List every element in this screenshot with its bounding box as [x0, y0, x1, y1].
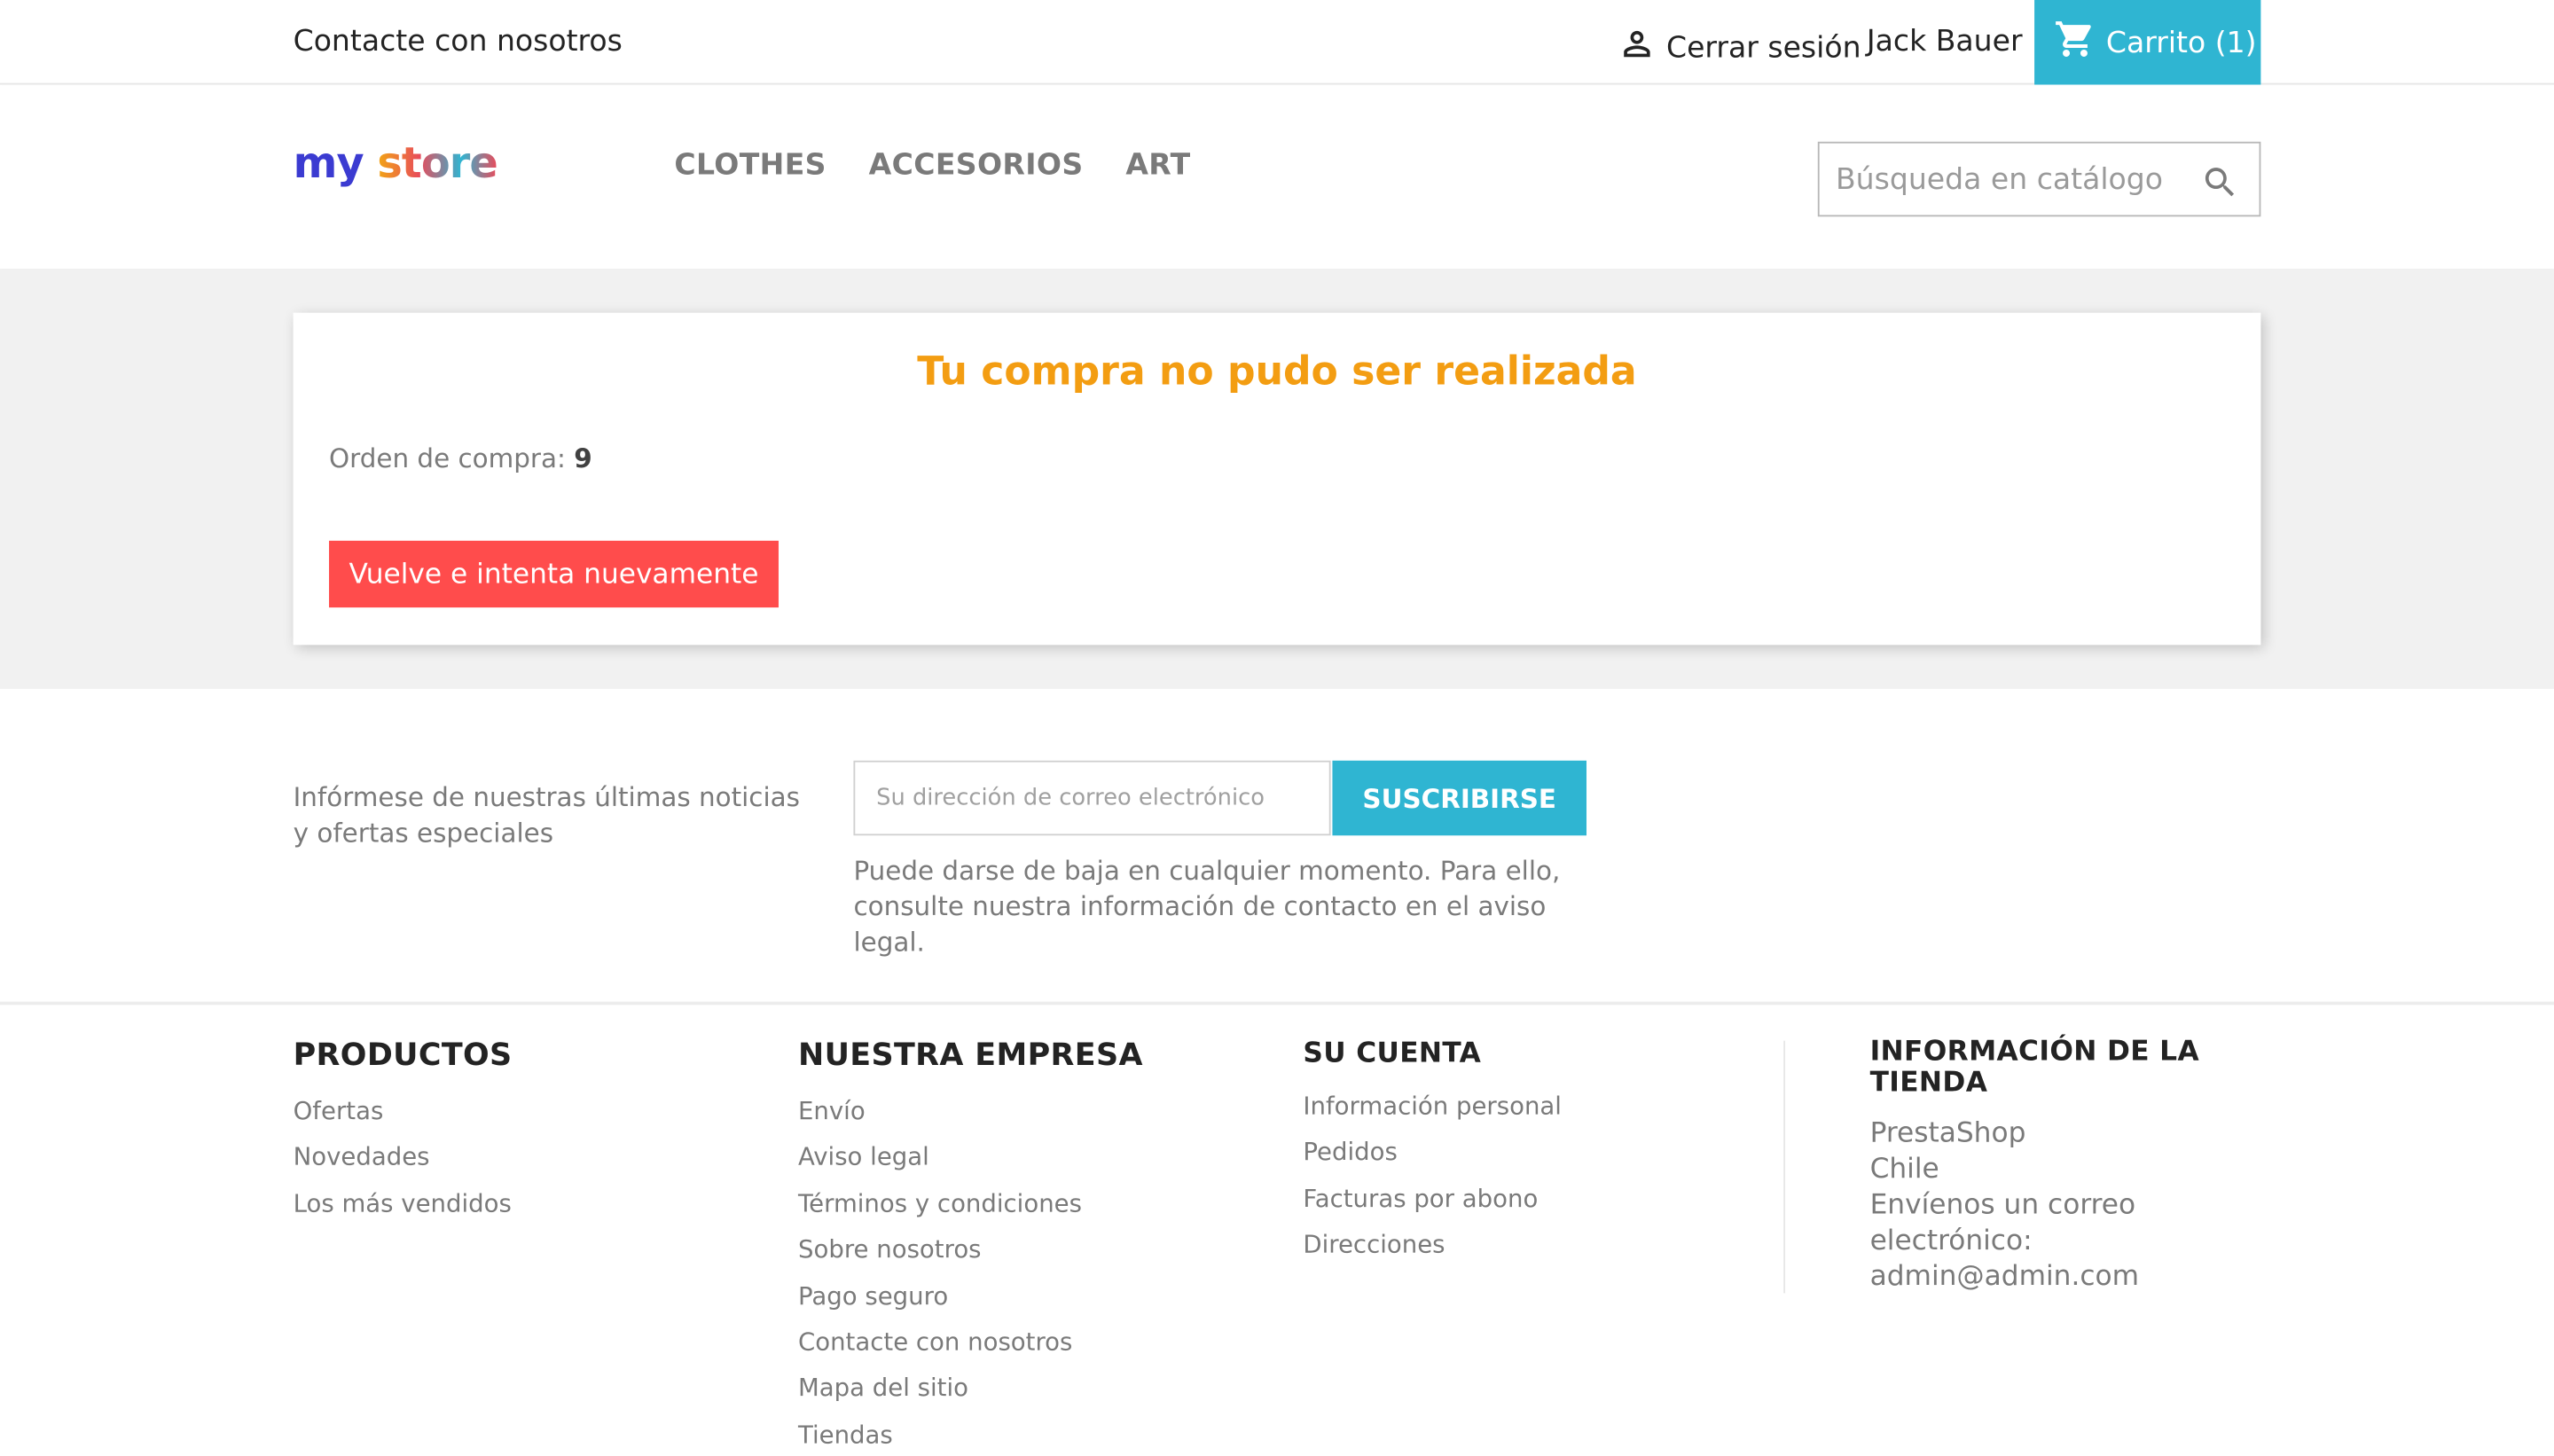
footer-link-contacto[interactable]: Contacte con nosotros [798, 1319, 1143, 1366]
newsletter-text: Infórmese de nuestras últimas noticias y… [293, 781, 800, 849]
footer-link-pago-seguro[interactable]: Pago seguro [798, 1273, 1143, 1319]
logo-text-my: my [293, 139, 364, 190]
footer-link-mas-vendidos[interactable]: Los más vendidos [294, 1180, 513, 1226]
footer-heading-cuenta: SU CUENTA [1303, 1037, 1482, 1070]
order-reference: Orden de compra: 9 [329, 443, 592, 474]
cart-button[interactable]: Carrito (1) [2034, 0, 2261, 85]
store-country: Chile [1869, 1153, 1939, 1186]
main-menu: CLOTHES ACCESORIOS ART [674, 148, 1190, 183]
menu-item-clothes[interactable]: CLOTHES [674, 148, 826, 183]
footer-link-facturas[interactable]: Facturas por abono [1303, 1176, 1562, 1222]
newsletter-section: Infórmese de nuestras últimas noticias y… [0, 688, 2554, 1006]
footer-heading-empresa: NUESTRA EMPRESA [798, 1037, 1143, 1074]
footer-link-direcciones[interactable]: Direcciones [1303, 1222, 1562, 1268]
footer-link-tiendas[interactable]: Tiendas [798, 1412, 1143, 1456]
order-number: 9 [574, 442, 592, 474]
retry-button[interactable]: Vuelve e intenta nuevamente [329, 540, 779, 608]
order-error-card: Tu compra no pudo ser realizada Orden de… [293, 312, 2261, 646]
search-box [1817, 141, 2261, 217]
account-name-link[interactable]: Jack Bauer [1867, 25, 2023, 59]
footer-link-informacion-personal[interactable]: Información personal [1303, 1083, 1562, 1129]
cart-label: Carrito (1) [2105, 25, 2257, 60]
menu-item-accesorios[interactable]: ACCESORIOS [869, 148, 1084, 183]
footer-link-ofertas[interactable]: Ofertas [294, 1088, 513, 1134]
store-logo[interactable]: my store [293, 139, 498, 190]
store-email-label: Envíenos un correo electrónico: [1869, 1188, 2136, 1257]
error-title: Tu compra no pudo ser realizada [917, 348, 1637, 395]
footer-col-cuenta: SU CUENTA Información personal Pedidos F… [1303, 1037, 1562, 1268]
order-label: Orden de compra: [329, 442, 566, 474]
footer-link-sobre-nosotros[interactable]: Sobre nosotros [798, 1226, 1143, 1272]
contact-link[interactable]: Contacte con nosotros [294, 25, 623, 59]
footer-link-mapa-sitio[interactable]: Mapa del sitio [798, 1366, 1143, 1412]
newsletter-note: Puede darse de baja en cualquier momento… [853, 855, 1561, 958]
logo-text-store: store [377, 139, 497, 190]
logout-label: Cerrar sesión [1665, 30, 1861, 66]
store-email-link[interactable]: admin@admin.com [1870, 1259, 2245, 1295]
footer-link-terminos[interactable]: Términos y condiciones [798, 1180, 1143, 1226]
subscribe-button[interactable]: SUSCRIBIRSE [1332, 760, 1586, 836]
site-header: my store CLOTHES ACCESORIOS ART [0, 86, 2554, 270]
menu-item-art[interactable]: ART [1125, 148, 1190, 183]
logout-link[interactable]: Cerrar sesión [1618, 25, 1861, 72]
footer-heading-tienda: INFORMACIÓN DE LA TIENDA [1869, 1036, 2199, 1100]
store-name: PrestaShop [1869, 1117, 2026, 1150]
footer-link-aviso-legal[interactable]: Aviso legal [798, 1134, 1143, 1180]
footer-link-novedades[interactable]: Novedades [294, 1134, 513, 1180]
footer-col-tienda: INFORMACIÓN DE LA TIENDA PrestaShop Chil… [1870, 1037, 2245, 1295]
footer-col-productos: PRODUCTOS Ofertas Novedades Los más vend… [294, 1037, 513, 1226]
footer-heading-productos: PRODUCTOS [293, 1037, 513, 1074]
newsletter-email-input[interactable] [853, 760, 1331, 836]
search-input[interactable] [1836, 143, 2195, 215]
main-content: Tu compra no pudo ser realizada Orden de… [0, 269, 2554, 689]
footer-link-envio[interactable]: Envío [798, 1088, 1143, 1134]
person-icon [1618, 25, 1657, 72]
footer-divider [1783, 1040, 1786, 1294]
footer-link-pedidos[interactable]: Pedidos [1303, 1130, 1562, 1176]
footer-col-empresa: NUESTRA EMPRESA Envío Aviso legal Términ… [798, 1037, 1143, 1456]
site-footer: PRODUCTOS Ofertas Novedades Los más vend… [0, 1007, 2554, 1456]
shopping-cart-icon [2054, 17, 2096, 67]
top-bar: Contacte con nosotros Cerrar sesión Jack… [0, 0, 2554, 85]
